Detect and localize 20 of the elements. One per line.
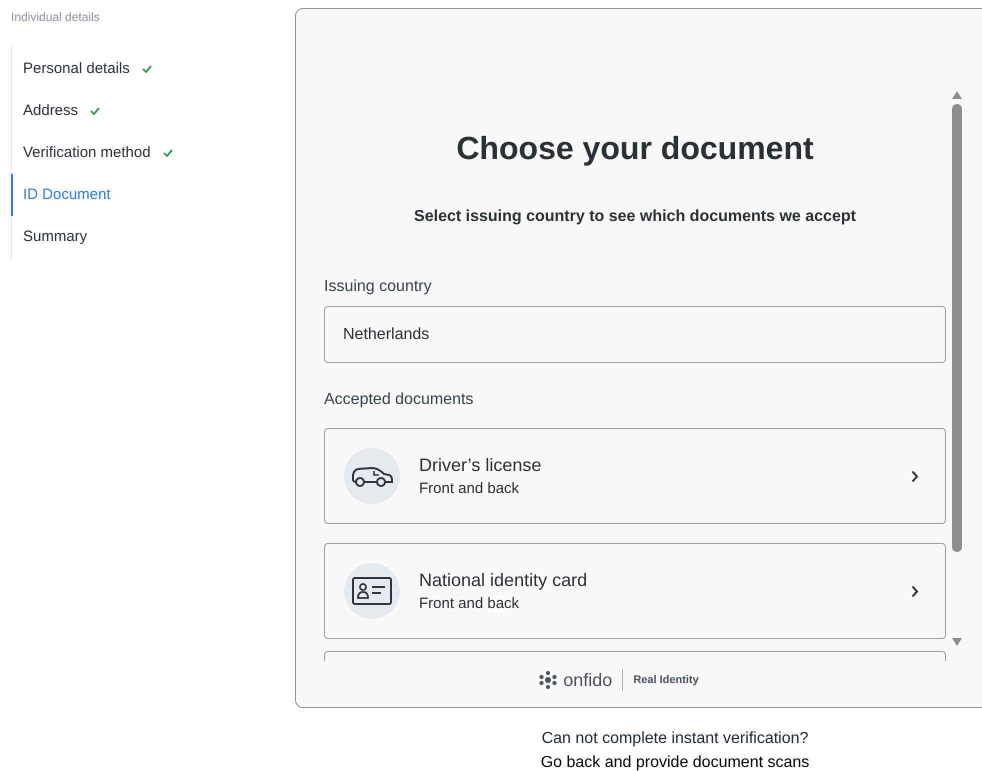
document-option[interactable]: Driver’s license Front and back bbox=[324, 428, 946, 524]
step-item[interactable]: Personal details bbox=[11, 48, 295, 90]
document-subtitle: Front and back bbox=[419, 479, 520, 499]
sidebar-heading: Individual details bbox=[11, 9, 101, 25]
step-item[interactable]: Summary bbox=[11, 216, 295, 258]
help-text: Can not complete instant verification? bbox=[542, 729, 808, 749]
step-item[interactable]: Verification method bbox=[11, 132, 295, 174]
panel-title: Choose your document bbox=[455, 129, 815, 167]
document-option[interactable]: National identity card Front and back bbox=[324, 543, 946, 639]
document-title: Driver’s license bbox=[419, 454, 542, 477]
field-label: Issuing country bbox=[324, 277, 433, 297]
panel-subtitle: Select issuing country to see which documents we accept bbox=[413, 207, 857, 227]
country-field[interactable]: Netherlands bbox=[324, 306, 946, 363]
brand-tagline: Real Identity bbox=[633, 672, 699, 688]
step-item[interactable]: Address bbox=[11, 90, 295, 132]
section-label: Accepted documents bbox=[324, 390, 474, 410]
document-scans-link[interactable]: Go back and provide document scans bbox=[540, 751, 810, 771]
brand-name: onfido bbox=[563, 670, 612, 690]
document-subtitle: Front and back bbox=[419, 594, 520, 614]
document-title: National identity card bbox=[419, 569, 588, 592]
